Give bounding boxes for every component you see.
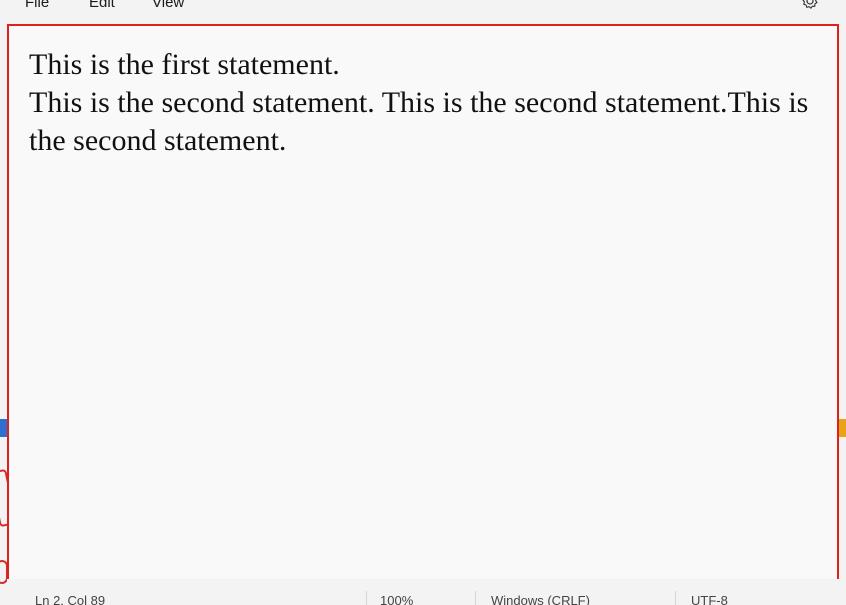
notepad-window: File Edit View This is the first stateme…	[7, 0, 839, 605]
status-bar: Ln 2, Col 89 100% Windows (CRLF) UTF-8	[7, 579, 839, 605]
editor-line-1: This is the first statement.	[29, 48, 340, 81]
encoding[interactable]: UTF-8	[691, 593, 728, 605]
menu-bar: File Edit View	[7, 0, 839, 24]
screen: File Edit View This is the first stateme…	[0, 0, 846, 605]
cursor-position: Ln 2, Col 89	[35, 593, 106, 605]
line-ending[interactable]: Windows (CRLF)	[491, 593, 590, 605]
status-divider	[675, 591, 676, 605]
editor-content[interactable]: This is the first statement. This is the…	[29, 46, 837, 160]
status-divider	[366, 591, 367, 605]
menu-file[interactable]: File	[25, 0, 49, 11]
menu-edit[interactable]: Edit	[89, 0, 115, 11]
background-window-edge	[838, 419, 846, 437]
text-editor[interactable]: This is the first statement. This is the…	[7, 24, 839, 581]
gear-icon[interactable]	[801, 0, 819, 10]
zoom-level[interactable]: 100%	[380, 593, 413, 605]
editor-line-2: This is the second statement. This is th…	[29, 86, 809, 157]
background-window-edge	[0, 419, 7, 437]
status-divider	[475, 591, 476, 605]
menu-view[interactable]: View	[152, 0, 184, 11]
